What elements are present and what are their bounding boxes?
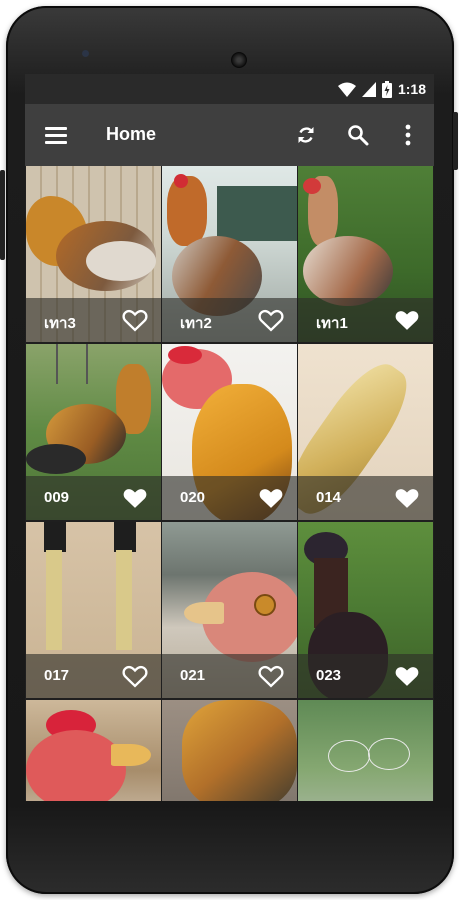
gallery-tile[interactable]: 017 [26, 522, 161, 698]
tile-caption-bar: 009 [26, 476, 161, 520]
gallery-tile[interactable]: 014 [298, 344, 433, 520]
tile-caption-bar: 021 [162, 654, 297, 698]
heart-outline-icon[interactable] [121, 662, 149, 690]
signal-icon [361, 81, 376, 97]
heart-outline-icon[interactable] [257, 306, 285, 334]
heart-outline-icon[interactable] [257, 662, 285, 690]
tile-caption-bar: 017 [26, 654, 161, 698]
tile-label: เทา1 [316, 315, 348, 332]
tile-caption-bar: เทา3 [26, 298, 161, 342]
rooster-head-photo [26, 700, 161, 801]
more-vert-icon[interactable] [393, 120, 423, 150]
gallery-tile[interactable]: 021 [162, 522, 297, 698]
tile-label: 021 [180, 667, 206, 684]
proximity-sensor [373, 51, 377, 55]
menu-icon[interactable] [45, 124, 67, 146]
screen: 1:18 Home เทา3 เทา2 เทา1 009 020 014 017… [25, 74, 434, 801]
earpiece-speaker [231, 52, 247, 68]
volume-button [0, 170, 5, 260]
gallery-tile[interactable]: 020 [162, 344, 297, 520]
photo-grid: เทา3 เทา2 เทา1 009 020 014 017 021 023 [25, 166, 434, 801]
wifi-icon [337, 82, 356, 97]
heart-filled-icon[interactable] [393, 484, 421, 512]
app-bar: Home [25, 104, 434, 166]
gallery-tile[interactable]: 009 [26, 344, 161, 520]
gallery-tile[interactable]: เทา3 [26, 166, 161, 342]
rooster-photo [162, 700, 297, 801]
tile-label: เทา2 [180, 315, 212, 332]
tile-caption-bar: เทา2 [162, 298, 297, 342]
gallery-tile[interactable]: เทา1 [298, 166, 433, 342]
tile-caption-bar: 014 [298, 476, 433, 520]
front-camera [82, 50, 89, 57]
heart-filled-icon[interactable] [121, 484, 149, 512]
tile-caption-bar: 023 [298, 654, 433, 698]
heart-filled-icon[interactable] [393, 306, 421, 334]
tile-caption-bar: 020 [162, 476, 297, 520]
tile-caption-bar: เทา1 [298, 298, 433, 342]
page-title: Home [106, 124, 157, 144]
status-bar: 1:18 [25, 74, 434, 104]
heart-filled-icon[interactable] [257, 484, 285, 512]
power-button [453, 112, 458, 170]
gallery-tile[interactable] [162, 700, 297, 801]
gallery-tile[interactable] [298, 700, 433, 801]
tile-label: 017 [44, 667, 70, 684]
rooster-coop-photo [298, 700, 433, 801]
heart-outline-icon[interactable] [121, 306, 149, 334]
search-icon[interactable] [343, 120, 373, 150]
refresh-icon[interactable] [291, 120, 321, 150]
tile-label: เทา3 [44, 315, 76, 332]
tile-label: 023 [316, 667, 342, 684]
tile-label: 014 [316, 489, 342, 506]
battery-icon [381, 80, 392, 98]
tile-label: 009 [44, 489, 70, 506]
gallery-tile[interactable]: เทา2 [162, 166, 297, 342]
light-sensor [384, 51, 388, 55]
heart-filled-icon[interactable] [393, 662, 421, 690]
status-time: 1:18 [397, 81, 426, 97]
tile-label: 020 [180, 489, 206, 506]
gallery-tile[interactable]: 023 [298, 522, 433, 698]
gallery-tile[interactable] [26, 700, 161, 801]
